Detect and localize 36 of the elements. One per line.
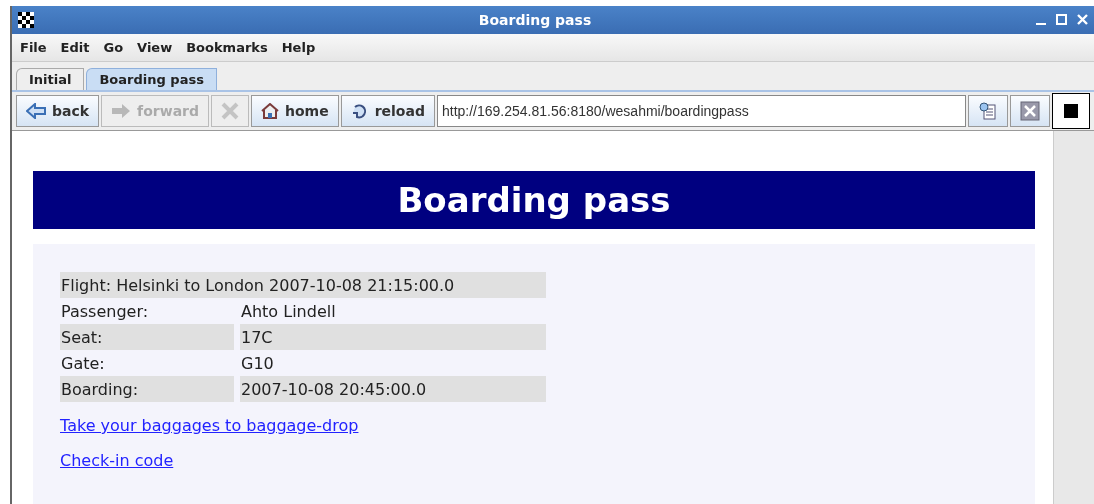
window-title: Boarding pass (477, 11, 593, 28)
address-field[interactable]: http://169.254.81.56:8180/wesahmi/boardingpass (436, 95, 966, 127)
tab[interactable]: Initial (16, 68, 85, 90)
menu-item[interactable]: File (20, 39, 47, 55)
table-cell-text: Ahto Lindell (240, 300, 337, 323)
menu-item[interactable]: Go (103, 39, 124, 55)
table-cell-text: G10 (240, 352, 275, 375)
page-icon-button[interactable] (968, 95, 1008, 127)
house-icon (261, 103, 279, 119)
stop-button[interactable] (1052, 93, 1090, 129)
cross-icon (221, 102, 239, 120)
menu-item[interactable]: Help (281, 39, 316, 55)
tab[interactable]: Boarding pass (86, 68, 217, 90)
reload-button[interactable]: reload (340, 95, 435, 127)
table-cell: 17C (240, 324, 546, 350)
document-icon (979, 102, 997, 120)
forward-arrow-icon (111, 103, 132, 119)
home-button[interactable]: home (251, 95, 339, 127)
menu-item[interactable]: View (137, 39, 173, 55)
square-icon (1064, 104, 1078, 118)
link[interactable]: Check-in code (60, 451, 174, 470)
link[interactable]: Take your baggages to baggage-drop (60, 416, 359, 435)
page-heading: Boarding pass (33, 171, 1035, 229)
table-cell: Flight: Helsinki to London 2007-10-08 21:15:00.0 (60, 272, 546, 298)
checkered-logo-icon (18, 11, 34, 28)
menu-item[interactable]: Bookmarks (186, 39, 268, 55)
maximize-icon[interactable] (1056, 13, 1067, 25)
scrollbar[interactable] (1053, 131, 1094, 504)
menu-item[interactable]: Edit (60, 39, 90, 55)
close-button[interactable] (1010, 95, 1050, 127)
back-arrow-icon (26, 103, 46, 119)
table-cell: 2007-10-08 20:45:00.0 (240, 376, 546, 402)
close-icon[interactable] (1077, 13, 1088, 25)
back-button[interactable]: back (16, 95, 100, 127)
close-icon (1020, 101, 1040, 121)
reload-icon (350, 103, 369, 119)
